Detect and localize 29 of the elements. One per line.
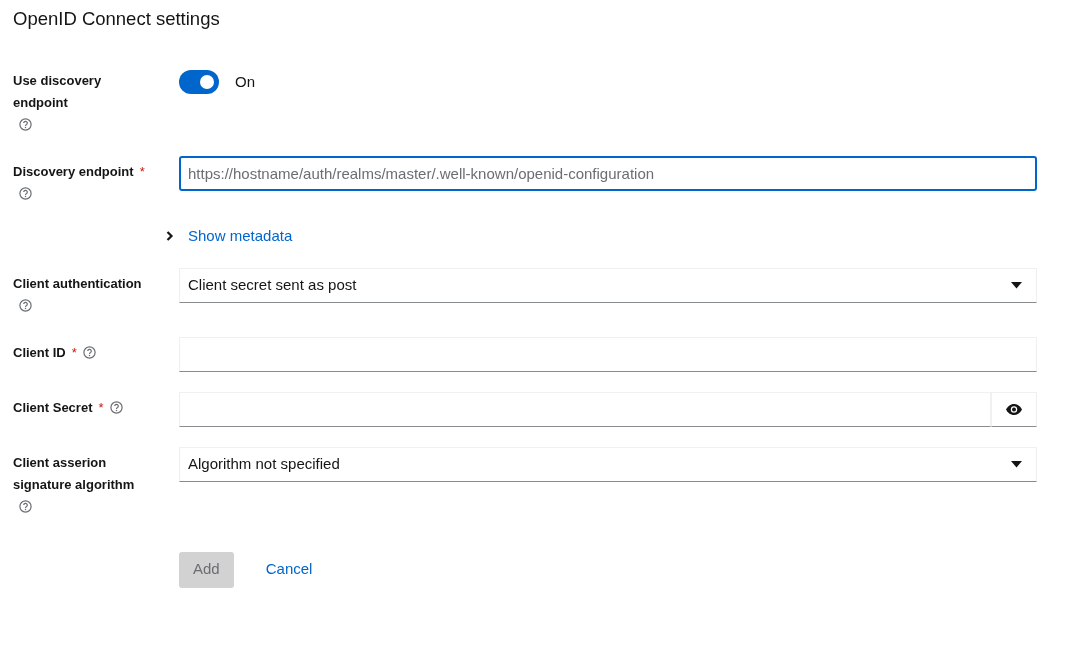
chevron-icon: [166, 231, 174, 242]
help-icon[interactable]: [19, 298, 32, 312]
help-icon[interactable]: [19, 118, 32, 132]
field-label: Client ID: [13, 343, 66, 362]
toggle-switch[interactable]: [179, 70, 219, 95]
field-label: Client Secret: [13, 398, 93, 417]
cancel-link[interactable]: Cancel: [265, 558, 313, 581]
help-icon[interactable]: [82, 345, 96, 359]
required-mark: *: [98, 399, 104, 415]
eye-icon: [1005, 403, 1022, 415]
help-icon[interactable]: [19, 187, 32, 201]
toggle-state-label: On: [235, 72, 255, 90]
text-input-field[interactable]: https://hostname/auth/realms/master/.well-known/openid-configuration: [179, 156, 1037, 192]
show-password-button[interactable]: [990, 391, 1037, 427]
caret-icon: [1011, 460, 1022, 468]
field-label: Use discovery endpoint: [13, 72, 103, 113]
dropdown-select[interactable]: Algorithm not specified: [179, 446, 1037, 482]
caret-icon: [1011, 281, 1022, 289]
show-metadata-toggle[interactable]: Show metadata: [166, 225, 293, 248]
field-label: Client authentication: [13, 274, 142, 293]
page-title: OpenID Connect settings: [13, 8, 221, 31]
required-mark: *: [139, 164, 145, 180]
dropdown-select[interactable]: Client secret sent as post: [179, 267, 1037, 303]
required-mark: *: [71, 344, 77, 360]
help-icon[interactable]: [19, 499, 32, 513]
field-label: Discovery endpoint: [13, 163, 134, 182]
help-icon[interactable]: [109, 400, 123, 414]
password-field[interactable]: [179, 391, 991, 427]
field-label: Client asserion signature algorithm: [13, 453, 136, 494]
